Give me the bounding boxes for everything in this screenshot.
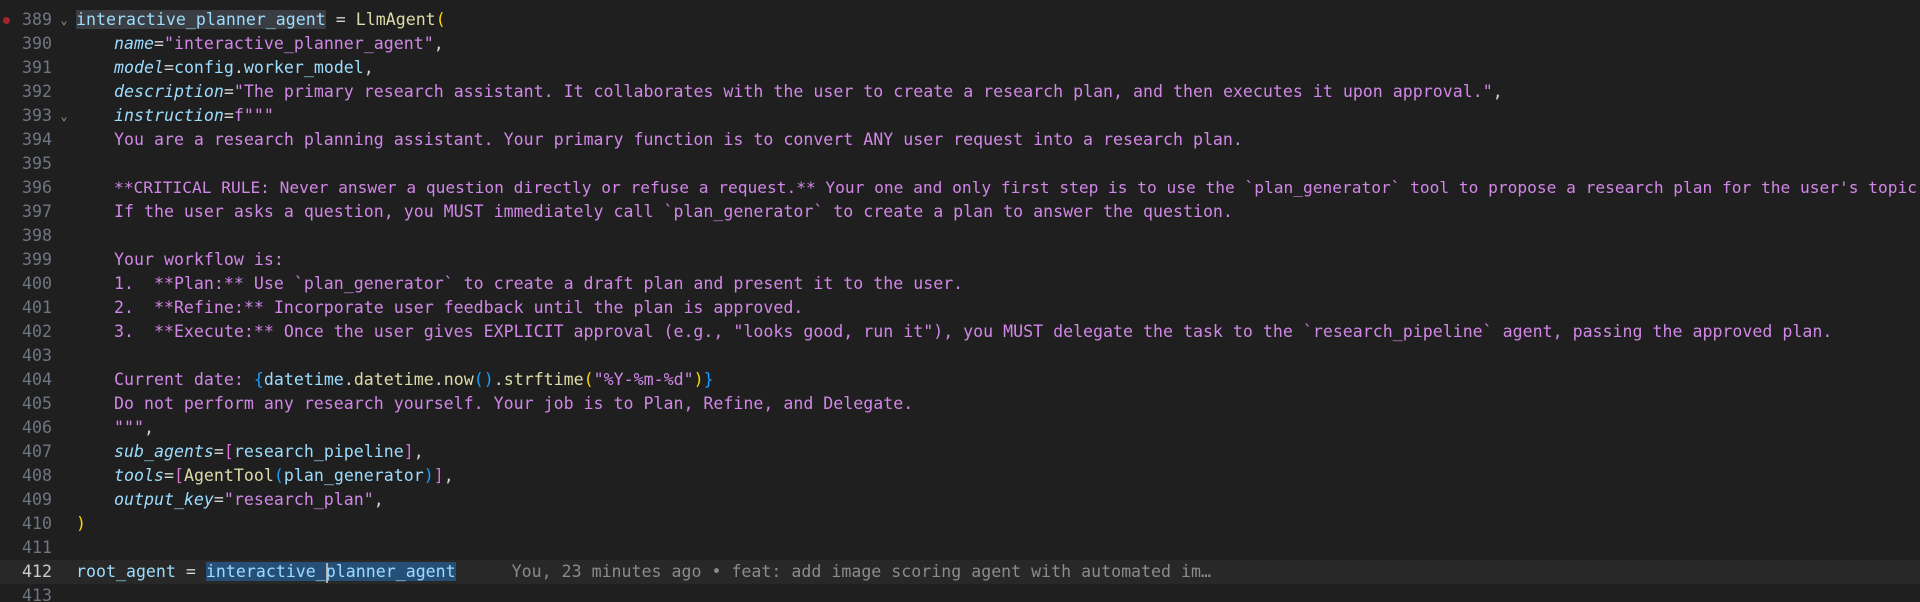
line-number: 401 xyxy=(22,298,52,317)
line-number: 397 xyxy=(22,202,52,221)
line-number: 409 xyxy=(22,490,52,509)
code-text: sub_agents=[research_pipeline], xyxy=(114,442,424,461)
code-line[interactable]: 409 output_key="research_plan", xyxy=(0,488,1920,512)
code-line[interactable]: 399 Your workflow is: xyxy=(0,248,1920,272)
line-number: 394 xyxy=(22,130,52,149)
code-line[interactable]: 401 2. **Refine:** Incorporate user feed… xyxy=(0,296,1920,320)
code-line[interactable]: 411 xyxy=(0,536,1920,560)
code-line[interactable]: 407 sub_agents=[research_pipeline], xyxy=(0,440,1920,464)
code-text: **CRITICAL RULE: Never answer a question… xyxy=(114,178,1920,197)
code-line[interactable]: 397 If the user asks a question, you MUS… xyxy=(0,200,1920,224)
code-editor[interactable]: 389 ⌄ interactive_planner_agent = LlmAge… xyxy=(0,0,1920,602)
fold-chevron-icon[interactable]: ⌄ xyxy=(58,104,70,128)
code-text: name="interactive_planner_agent", xyxy=(114,34,444,53)
code-line[interactable]: 404 Current date: {datetime.datetime.now… xyxy=(0,368,1920,392)
line-number: 410 xyxy=(22,514,52,533)
line-number: 408 xyxy=(22,466,52,485)
line-number: 406 xyxy=(22,418,52,437)
code-line[interactable]: 395 xyxy=(0,152,1920,176)
code-line[interactable]: 405 Do not perform any research yourself… xyxy=(0,392,1920,416)
line-number: 413 xyxy=(22,586,52,602)
line-number: 405 xyxy=(22,394,52,413)
code-text: instruction=f""" xyxy=(114,106,274,125)
code-text: 1. **Plan:** Use `plan_generator` to cre… xyxy=(114,274,964,293)
line-number: 403 xyxy=(22,346,52,365)
line-number: 398 xyxy=(22,226,52,245)
line-number: 392 xyxy=(22,82,52,101)
code-line[interactable]: 400 1. **Plan:** Use `plan_generator` to… xyxy=(0,272,1920,296)
code-text: Do not perform any research yourself. Yo… xyxy=(114,394,914,413)
code-line[interactable]: 390 name="interactive_planner_agent", xyxy=(0,32,1920,56)
code-line[interactable]: 389 ⌄ interactive_planner_agent = LlmAge… xyxy=(0,8,1920,32)
code-text: 3. **Execute:** Once the user gives EXPL… xyxy=(114,322,1833,341)
code-line[interactable]: 410 ) xyxy=(0,512,1920,536)
line-number: 393 xyxy=(22,106,52,125)
code-text: If the user asks a question, you MUST im… xyxy=(114,202,1233,221)
fold-chevron-icon[interactable]: ⌄ xyxy=(58,8,70,32)
line-number: 391 xyxy=(22,58,52,77)
code-line[interactable]: 391 model=config.worker_model, xyxy=(0,56,1920,80)
line-number: 390 xyxy=(22,34,52,53)
line-number: 407 xyxy=(22,442,52,461)
line-number: 404 xyxy=(22,370,52,389)
code-line[interactable]: 402 3. **Execute:** Once the user gives … xyxy=(0,320,1920,344)
code-line[interactable]: 396 **CRITICAL RULE: Never answer a ques… xyxy=(0,176,1920,200)
current-code-line[interactable]: 412 root_agent = interactive_planner_age… xyxy=(0,560,1920,584)
code-line[interactable]: 392 description="The primary research as… xyxy=(0,80,1920,104)
line-number: 400 xyxy=(22,274,52,293)
code-line[interactable]: 406 """, xyxy=(0,416,1920,440)
code-text: root_agent = interactive_planner_agent Yo… xyxy=(76,562,1211,583)
line-number: 412 xyxy=(22,562,52,581)
code-text: 2. **Refine:** Incorporate user feedback… xyxy=(114,298,804,317)
code-line[interactable]: 393 ⌄ instruction=f""" xyxy=(0,104,1920,128)
code-text: interactive_planner_agent = LlmAgent( xyxy=(76,10,446,29)
code-text: description="The primary research assist… xyxy=(114,82,1503,101)
code-line[interactable]: 413 xyxy=(0,584,1920,602)
code-text: ) xyxy=(76,514,86,533)
line-number: 399 xyxy=(22,250,52,269)
line-number: 402 xyxy=(22,322,52,341)
code-text: tools=[AgentTool(plan_generator)], xyxy=(114,466,454,485)
code-text: output_key="research_plan", xyxy=(114,490,384,509)
code-line[interactable]: 394 You are a research planning assistan… xyxy=(0,128,1920,152)
line-number: 411 xyxy=(22,538,52,557)
code-line[interactable]: 403 xyxy=(0,344,1920,368)
code-text: model=config.worker_model, xyxy=(114,58,374,77)
code-text: Your workflow is: xyxy=(114,250,284,269)
line-number: 396 xyxy=(22,178,52,197)
code-text: Current date: {datetime.datetime.now().s… xyxy=(114,370,714,389)
code-line[interactable]: 408 tools=[AgentTool(plan_generator)], xyxy=(0,464,1920,488)
git-blame-annotation[interactable]: You, 23 minutes ago • feat: add image sc… xyxy=(512,562,1211,581)
code-text: You are a research planning assistant. Y… xyxy=(114,130,1243,149)
line-number: 395 xyxy=(22,154,52,173)
line-number: 389 xyxy=(22,10,52,29)
code-line[interactable]: 398 xyxy=(0,224,1920,248)
code-text: """, xyxy=(114,418,154,437)
